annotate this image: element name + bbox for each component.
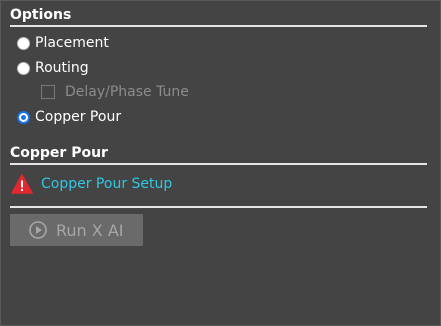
placement-radio[interactable]: [17, 36, 30, 50]
routing-radio-option[interactable]: Routing: [17, 58, 89, 78]
copper-pour-label: Copper Pour: [35, 109, 122, 125]
copper-pour-radio[interactable]: [17, 110, 30, 124]
placement-label: Placement: [35, 35, 109, 51]
options-panel: Options Placement Routing Delay/Phase Tu…: [0, 0, 441, 326]
delay-phase-tune-option: Delay/Phase Tune: [41, 82, 189, 102]
delay-phase-tune-checkbox: [41, 85, 55, 99]
routing-label: Routing: [35, 60, 89, 76]
routing-radio[interactable]: [17, 61, 30, 75]
delay-phase-tune-label: Delay/Phase Tune: [65, 84, 189, 100]
divider: [10, 206, 427, 208]
run-x-ai-button[interactable]: Run X AI: [10, 214, 143, 246]
copper-pour-setup-link[interactable]: Copper Pour Setup: [41, 176, 172, 192]
copper-pour-setup-row: Copper Pour Setup: [11, 173, 172, 195]
copper-pour-section-header: Copper Pour: [10, 144, 427, 165]
options-section-header: Options: [10, 6, 427, 27]
copper-pour-radio-option[interactable]: Copper Pour: [17, 107, 121, 127]
warning-triangle-icon: [11, 174, 33, 194]
placement-radio-option[interactable]: Placement: [17, 33, 109, 53]
play-circle-icon: [29, 221, 47, 239]
run-x-ai-label: Run X AI: [56, 220, 124, 240]
